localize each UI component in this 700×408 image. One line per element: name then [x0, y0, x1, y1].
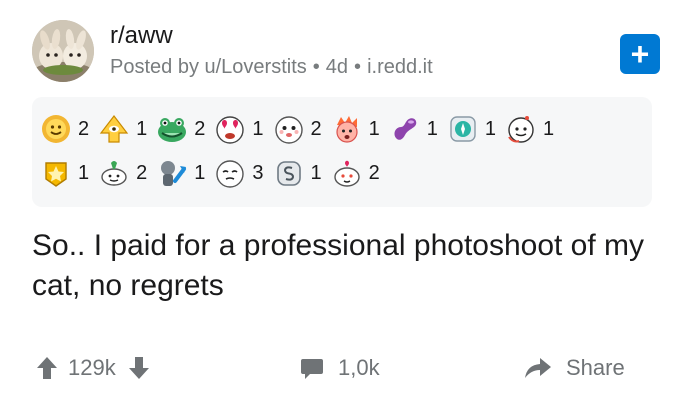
award-item[interactable]: 1 — [98, 113, 147, 145]
upvote-arrow-icon[interactable] — [36, 356, 58, 380]
share-arrow-icon — [525, 358, 551, 378]
heart-eyes-icon — [216, 116, 245, 144]
jelly-bean-icon — [394, 118, 417, 140]
snoo-heart-icon — [333, 160, 360, 187]
awards-row-2: 1 2 1 3 1 2 — [40, 151, 652, 195]
award-count: 3 — [252, 161, 264, 184]
robot-upvote-icon — [161, 161, 187, 186]
post-meta: Posted by u/Loverstits • 4d • i.redd.it — [110, 56, 433, 79]
comment-count: 1,0k — [338, 355, 380, 380]
subreddit-name[interactable]: r/aww — [110, 22, 173, 50]
award-item[interactable]: 1 — [447, 113, 496, 145]
share-label: Share — [566, 355, 625, 380]
award-count: 2 — [78, 117, 90, 140]
comment-bubble-icon — [301, 359, 323, 379]
award-item[interactable]: 1 — [40, 157, 89, 189]
sleepy-face-icon — [216, 160, 245, 188]
comments-button[interactable]: 1,0k — [300, 346, 380, 390]
award-item[interactable]: 2 — [273, 113, 322, 145]
award-item[interactable]: 2 — [156, 113, 205, 145]
bunny-photo-icon — [32, 20, 94, 82]
award-count: 2 — [136, 161, 148, 184]
award-count: 2 — [368, 161, 380, 184]
wholesome-face-icon — [274, 116, 303, 144]
downvote-arrow-icon[interactable] — [128, 356, 150, 380]
plus-icon: + — [630, 36, 650, 72]
join-button[interactable]: + — [620, 34, 660, 74]
award-count: 1 — [194, 161, 206, 184]
snoo-face-icon — [508, 116, 534, 143]
award-item[interactable]: 1 — [156, 157, 205, 189]
awards-row-1: 2 1 2 1 2 1 1 1 1 — [40, 107, 652, 151]
award-item[interactable]: 2 — [98, 157, 147, 189]
award-count: 2 — [310, 117, 322, 140]
sun-face-award-icon — [42, 115, 70, 143]
posted-by[interactable]: Posted by u/Loverstits — [110, 56, 307, 78]
award-count: 1 — [484, 117, 496, 140]
award-item[interactable]: 1 — [214, 113, 264, 145]
award-item[interactable]: 1 — [273, 157, 322, 189]
gold-star-icon — [45, 162, 67, 187]
post-header: r/aww Posted by u/Loverstits • 4d • i.redd.i… — [32, 18, 672, 86]
award-count: 1 — [252, 117, 264, 140]
award-item[interactable]: 1 — [389, 113, 438, 145]
post-domain[interactable]: i.redd.it — [367, 56, 433, 78]
glass-ball-icon — [450, 116, 476, 142]
separator-dot: • — [354, 56, 362, 78]
award-item[interactable]: 3 — [214, 157, 264, 189]
award-count: 1 — [310, 161, 322, 184]
award-count: 1 — [543, 117, 555, 140]
award-count: 1 — [426, 117, 438, 140]
award-item[interactable]: 2 — [40, 113, 89, 145]
award-count: 1 — [78, 161, 90, 184]
mind-blown-icon — [336, 116, 358, 143]
frog-face-icon — [158, 118, 187, 142]
award-item[interactable]: 2 — [331, 157, 380, 189]
award-count: 2 — [194, 117, 206, 140]
rocket-snoo-icon — [101, 161, 127, 186]
award-item[interactable]: 1 — [505, 113, 554, 145]
vote-group: 129k — [36, 346, 150, 390]
awards-bar: 2 1 2 1 2 1 1 1 1 1 2 1 3 1 2 — [32, 97, 652, 207]
award-count: 1 — [368, 117, 380, 140]
post-title[interactable]: So.. I paid for a professional photoshoo… — [32, 226, 672, 306]
subreddit-avatar[interactable] — [32, 20, 94, 82]
silver-coin-icon — [276, 161, 301, 186]
post-actions: 129k 1,0k Share — [32, 346, 652, 390]
post-age: 4d — [325, 56, 349, 78]
separator-dot: • — [312, 56, 320, 78]
award-item[interactable]: 1 — [331, 113, 380, 145]
award-count: 1 — [136, 117, 148, 140]
all-seeing-upvote-icon — [99, 115, 129, 143]
vote-count: 129k — [68, 355, 116, 380]
share-button[interactable]: Share — [524, 346, 625, 390]
